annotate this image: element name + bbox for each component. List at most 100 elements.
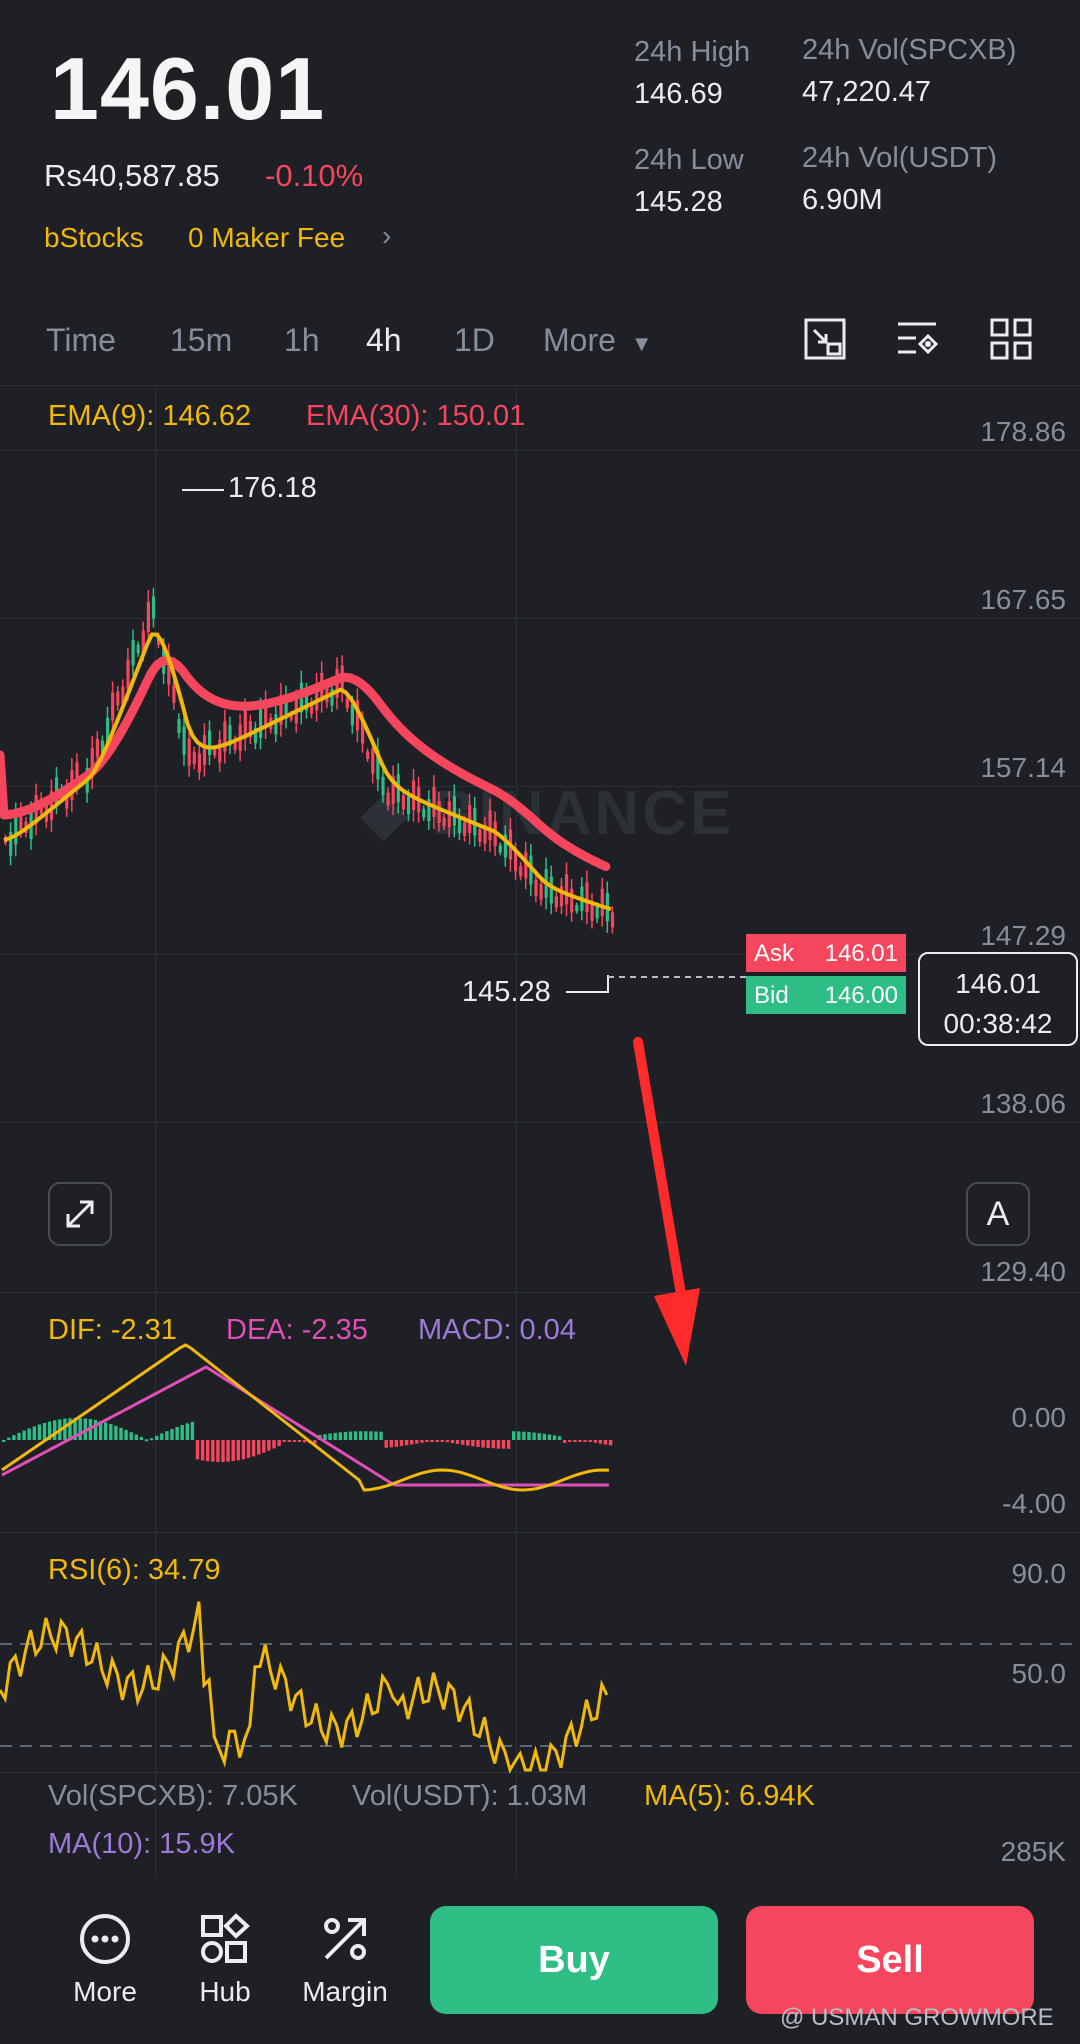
nav-margin[interactable]: Margin (290, 1912, 400, 2008)
macd-bar (496, 1440, 501, 1449)
candle-body (534, 879, 538, 896)
grid-layout-icon[interactable] (988, 316, 1034, 362)
macd-chart (1, 1343, 613, 1492)
current-price-box[interactable]: 146.01 00:38:42 (918, 952, 1078, 1046)
dea-line (1, 1365, 609, 1487)
chevron-right-icon[interactable]: › (382, 220, 391, 252)
tab-1h[interactable]: 1h (284, 322, 320, 359)
candle-body (539, 884, 543, 900)
macd-bar (231, 1440, 235, 1462)
chart-top-divider (0, 385, 1080, 386)
macd-bar (12, 1435, 16, 1440)
macd-bar (22, 1430, 26, 1440)
low-marker-label: 145.28 (462, 976, 551, 1008)
change-percent: -0.10% (265, 158, 364, 193)
candle-body (585, 882, 589, 913)
nav-more-label: More (73, 1976, 137, 2007)
vol-quote-value: 6.90M (802, 184, 883, 216)
candle-body (131, 639, 135, 666)
macd-bar (267, 1440, 271, 1451)
expand-button[interactable] (48, 1182, 112, 1246)
macd-bar (297, 1440, 302, 1442)
macd-bar (292, 1440, 297, 1442)
vol-quote-label: 24h Vol(USDT) (802, 142, 998, 174)
candle-body (498, 845, 502, 853)
annotation-arrow (633, 1037, 700, 1366)
candle-body (401, 795, 405, 810)
candle-body (488, 810, 492, 841)
macd-bar (170, 1428, 174, 1440)
macd-bar (379, 1431, 383, 1440)
macd-bar (32, 1426, 36, 1440)
macd-bar (160, 1433, 164, 1440)
last-price: 146.01 (50, 39, 326, 138)
buy-button[interactable]: Buy (430, 1906, 718, 2014)
candle-body (111, 692, 115, 721)
bstocks-tag[interactable]: bStocks (44, 222, 144, 254)
macd-bar (27, 1428, 31, 1440)
macd-bar (445, 1440, 450, 1443)
bid-tag: Bid 146.00 (746, 976, 906, 1014)
nav-hub[interactable]: Hub (170, 1912, 280, 2008)
maker-fee-promo[interactable]: 0 Maker Fee (188, 222, 345, 254)
macd-bar (149, 1438, 154, 1441)
tab-time[interactable]: Time (46, 322, 116, 359)
vol-base-label: 24h Vol(SPCXB) (802, 34, 1017, 66)
vol-base-legend: Vol(SPCXB): 7.05K (48, 1780, 298, 1812)
macd-bar (522, 1431, 526, 1440)
candle-body (136, 644, 140, 654)
macd-bar (246, 1440, 251, 1458)
vol-axis-label: 285K (1000, 1836, 1066, 1867)
macd-bar (491, 1440, 495, 1449)
candle-body (366, 751, 370, 760)
candle-body (146, 602, 150, 632)
candle-body (208, 730, 212, 756)
price-axis-label: 157.14 (980, 752, 1066, 783)
ask-label: Ask (754, 940, 795, 967)
credit-watermark: @ USMAN GROWMORE (780, 2004, 1054, 2031)
macd-bar (476, 1440, 480, 1447)
macd-bar (277, 1440, 281, 1447)
tab-1d[interactable]: 1D (454, 322, 495, 359)
macd-bar (563, 1440, 567, 1443)
candle-body (422, 808, 426, 818)
indicator-settings-icon[interactable] (894, 316, 940, 362)
candle-body (549, 876, 553, 904)
macd-bar (532, 1432, 536, 1440)
candle-body (595, 906, 599, 919)
macd-bar (394, 1440, 399, 1447)
macd-bar (323, 1434, 327, 1440)
macd-bar (17, 1432, 21, 1440)
ema30-legend: EMA(30): 150.01 (306, 400, 526, 432)
tab-15m[interactable]: 15m (170, 322, 232, 359)
grid-line (0, 1292, 1080, 1293)
grid-line (0, 1532, 1080, 1533)
tab-more[interactable]: More ▼ (543, 322, 653, 359)
nav-more[interactable]: More (50, 1912, 160, 2008)
candle-body (95, 738, 99, 758)
macd-bar (578, 1440, 582, 1442)
candle-body (371, 748, 375, 774)
chart-type-icon[interactable] (802, 316, 848, 362)
tab-4h[interactable]: 4h (366, 322, 402, 359)
candle-body (116, 691, 120, 706)
candle-body (570, 888, 574, 913)
candle-body (177, 718, 181, 733)
candle-body (126, 659, 130, 690)
macd-bar (180, 1425, 184, 1440)
candle-body (274, 714, 278, 735)
macd-bar (134, 1434, 138, 1440)
macd-bar (593, 1440, 597, 1443)
macd-bar (221, 1440, 225, 1462)
price-axis-label: 147.29 (980, 920, 1066, 951)
hub-icon (201, 1913, 250, 1963)
auto-scale-button[interactable]: A (966, 1182, 1030, 1246)
sell-button[interactable]: Sell (746, 1906, 1034, 2014)
nav-hub-label: Hub (199, 1976, 251, 2007)
ma5-legend: MA(5): 6.94K (644, 1780, 815, 1812)
candle-countdown: 00:38:42 (943, 1008, 1053, 1039)
macd-bar (333, 1432, 337, 1440)
candle-body (14, 814, 18, 845)
macd-bar (512, 1431, 516, 1440)
bid-value: 146.00 (824, 982, 898, 1009)
